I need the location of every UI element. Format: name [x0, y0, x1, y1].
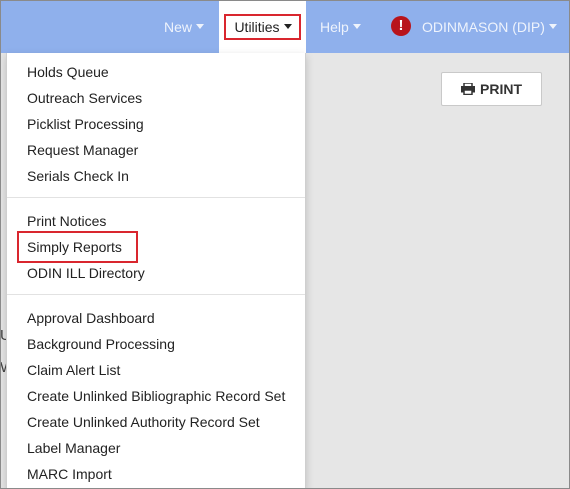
nav-new-menu[interactable]: New: [164, 0, 205, 53]
menu-item-request-manager[interactable]: Request Manager: [27, 141, 138, 159]
menu-item-serials-check-in[interactable]: Serials Check In: [27, 167, 129, 185]
nav-new-label: New: [164, 18, 193, 35]
print-button[interactable]: PRINT: [441, 72, 542, 106]
top-navbar: New Utilities Help ! ODINMASON (DIP): [0, 0, 570, 53]
utilities-highlight: Utilities: [224, 13, 301, 40]
menu-item-outreach-services[interactable]: Outreach Services: [27, 89, 142, 107]
nav-utilities-label: Utilities: [234, 18, 280, 35]
chevron-down-icon: [352, 24, 361, 29]
chevron-down-icon: [283, 24, 292, 29]
print-label: PRINT: [480, 81, 522, 97]
menu-item-label-manager[interactable]: Label Manager: [27, 439, 120, 457]
nav-user-menu[interactable]: ODINMASON (DIP): [422, 0, 557, 53]
alert-icon[interactable]: !: [391, 16, 411, 36]
menu-item-approval-dashboard[interactable]: Approval Dashboard: [27, 309, 155, 327]
menu-item-claim-alert-list[interactable]: Claim Alert List: [27, 361, 120, 379]
simply-reports-highlight: [17, 231, 138, 263]
nav-utilities-menu[interactable]: Utilities: [219, 0, 306, 53]
menu-divider: [7, 197, 305, 198]
menu-divider: [7, 294, 305, 295]
nav-user-label: ODINMASON (DIP): [422, 18, 545, 35]
menu-item-create-unlinked-authority-record-set[interactable]: Create Unlinked Authority Record Set: [27, 413, 260, 431]
menu-item-marc-import[interactable]: MARC Import: [27, 465, 112, 483]
chevron-down-icon: [548, 24, 557, 29]
menu-item-holds-queue[interactable]: Holds Queue: [27, 63, 109, 81]
nav-help-label: Help: [320, 18, 349, 35]
menu-item-background-processing[interactable]: Background Processing: [27, 335, 175, 353]
printer-icon: [461, 83, 475, 95]
utilities-dropdown-menu: Holds Queue Outreach Services Picklist P…: [6, 53, 306, 489]
menu-item-picklist-processing[interactable]: Picklist Processing: [27, 115, 144, 133]
menu-item-odin-ill-directory[interactable]: ODIN ILL Directory: [27, 264, 145, 282]
menu-item-print-notices[interactable]: Print Notices: [27, 212, 106, 230]
nav-help-menu[interactable]: Help: [320, 0, 361, 53]
chevron-down-icon: [196, 24, 205, 29]
menu-item-create-unlinked-bib-record-set[interactable]: Create Unlinked Bibliographic Record Set: [27, 387, 285, 405]
